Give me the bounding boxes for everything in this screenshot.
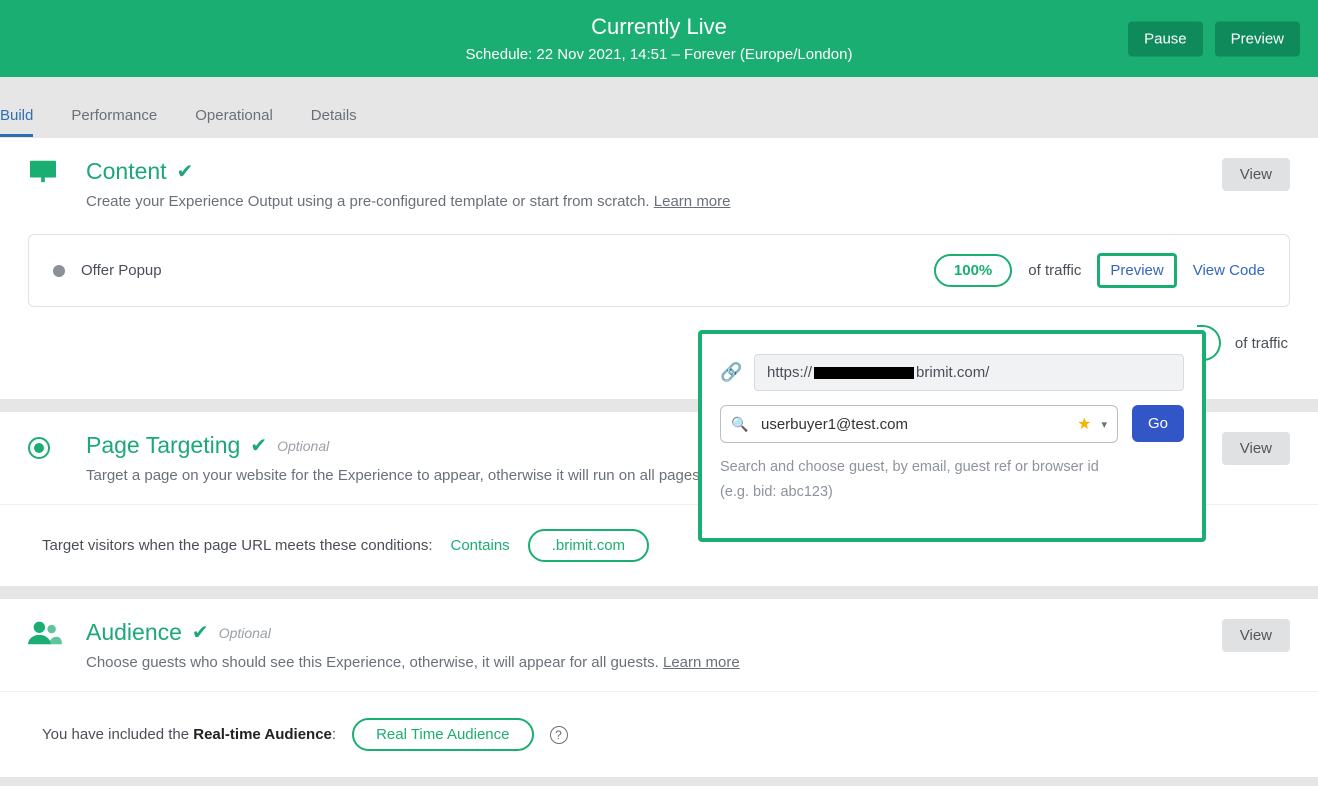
traffic-percent-pill[interactable]: 100% xyxy=(934,254,1012,287)
check-icon: ✔ xyxy=(177,159,194,184)
page-targeting-title: Page Targeting xyxy=(86,432,240,459)
content-variant-row: Offer Popup 100% of traffic Preview View… xyxy=(28,234,1290,307)
link-icon: 🔗 xyxy=(720,362,740,383)
view-code-link[interactable]: View Code xyxy=(1193,262,1265,279)
audience-view-button[interactable]: View xyxy=(1222,619,1290,652)
optional-label: Optional xyxy=(277,438,329,454)
extra-of-traffic-label: of traffic xyxy=(1235,335,1288,352)
audience-title: Audience xyxy=(86,619,182,646)
included-colon: : xyxy=(332,726,336,743)
tab-bar: Build Performance Operational Details xyxy=(0,77,1318,137)
audience-desc-text: Choose guests who should see this Experi… xyxy=(86,654,663,671)
preview-url-input[interactable]: https:// brimit.com/ xyxy=(754,354,1184,391)
section-audience: Audience ✔ Optional Choose guests who sh… xyxy=(0,598,1318,691)
page-targeting-desc-text: Target a page on your website for the Ex… xyxy=(86,467,708,484)
of-traffic-label: of traffic xyxy=(1028,262,1081,279)
optional-label: Optional xyxy=(219,625,271,641)
audience-learn-more[interactable]: Learn more xyxy=(663,654,740,671)
content-title: Content xyxy=(86,158,167,185)
check-icon: ✔ xyxy=(250,433,267,458)
status-banner: Currently Live Schedule: 22 Nov 2021, 14… xyxy=(0,0,1318,77)
guest-search-hint: Search and choose guest, by email, guest… xyxy=(720,455,1118,504)
tab-performance[interactable]: Performance xyxy=(71,107,157,137)
url-prefix: https:// xyxy=(767,364,812,381)
content-view-button[interactable]: View xyxy=(1222,158,1290,191)
tab-operational[interactable]: Operational xyxy=(195,107,273,137)
status-dot-icon xyxy=(53,265,65,277)
pause-button[interactable]: Pause xyxy=(1128,21,1203,56)
check-icon: ✔ xyxy=(192,620,209,645)
chevron-down-icon[interactable]: ▾ xyxy=(1101,418,1107,431)
url-suffix: brimit.com/ xyxy=(916,364,989,381)
audience-included-row: You have included the Real-time Audience… xyxy=(0,691,1318,777)
contains-operator[interactable]: Contains xyxy=(450,537,509,554)
preview-button[interactable]: Preview xyxy=(1215,21,1300,56)
help-icon[interactable]: ? xyxy=(550,726,568,744)
tab-build[interactable]: Build xyxy=(0,107,33,137)
realtime-audience-pill[interactable]: Real Time Audience xyxy=(352,718,533,751)
redacted-text xyxy=(814,367,914,379)
radio-selected-icon xyxy=(28,432,68,460)
variant-name: Offer Popup xyxy=(81,262,162,279)
guest-search-input[interactable] xyxy=(761,416,1067,433)
variant-preview-link[interactable]: Preview xyxy=(1097,253,1176,288)
included-bold: Real-time Audience xyxy=(193,726,332,743)
audience-desc: Choose guests who should see this Experi… xyxy=(86,654,1222,671)
banner-title: Currently Live xyxy=(466,14,853,40)
banner-schedule: Schedule: 22 Nov 2021, 14:51 – Forever (… xyxy=(466,46,853,63)
preview-popover: 🔗 https:// brimit.com/ 🔍 ★ ▾ Search and c… xyxy=(698,330,1206,542)
domain-pill[interactable]: .brimit.com xyxy=(528,529,649,562)
page-targeting-view-button[interactable]: View xyxy=(1222,432,1290,465)
conditions-text: Target visitors when the page URL meets … xyxy=(42,537,432,554)
content-desc-text: Create your Experience Output using a pr… xyxy=(86,193,654,210)
content-desc: Create your Experience Output using a pr… xyxy=(86,193,1222,210)
star-icon[interactable]: ★ xyxy=(1077,414,1091,434)
guest-search-wrap: 🔍 ★ ▾ xyxy=(720,405,1118,443)
tab-details[interactable]: Details xyxy=(311,107,357,137)
search-icon: 🔍 xyxy=(731,416,751,433)
go-button[interactable]: Go xyxy=(1132,405,1184,442)
content-learn-more[interactable]: Learn more xyxy=(654,193,731,210)
presentation-icon xyxy=(28,158,68,191)
included-prefix: You have included the xyxy=(42,726,193,743)
people-icon xyxy=(28,619,68,652)
